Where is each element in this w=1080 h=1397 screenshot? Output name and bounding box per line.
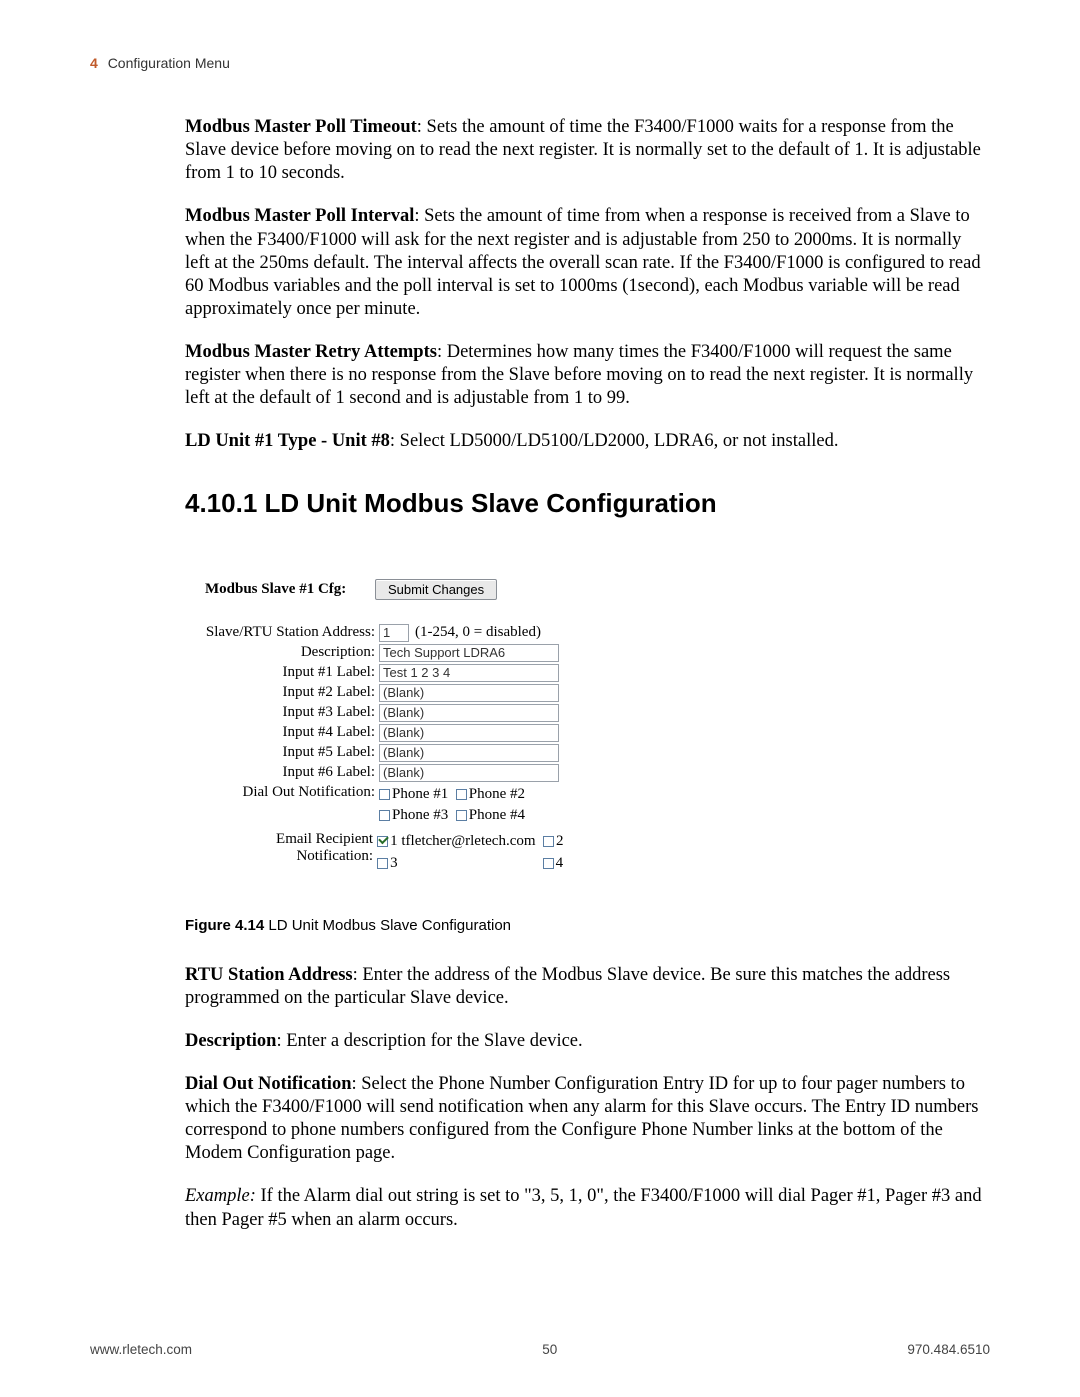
para-lead: Dial Out Notification [185, 1074, 352, 1094]
section-heading: 4.10.1 LD Unit Modbus Slave Configuratio… [185, 488, 985, 519]
footer-page-number: 50 [542, 1342, 557, 1357]
form-title: Modbus Slave #1 Cfg: [205, 581, 375, 598]
checkbox-phone4[interactable] [456, 810, 467, 821]
para-lead: Description [185, 1031, 276, 1051]
footer-left: www.rletech.com [90, 1342, 192, 1357]
page-footer: www.rletech.com 50 970.484.6510 [90, 1342, 990, 1357]
label-input2: Input #2 Label: [205, 684, 379, 701]
checkbox-phone2[interactable] [456, 789, 467, 800]
checkbox-email3-label: 3 [390, 855, 398, 871]
input1-label-input[interactable] [379, 664, 559, 682]
para-lead: LD Unit #1 Type - Unit #8 [185, 431, 390, 451]
checkbox-email3[interactable] [377, 858, 388, 869]
para-lead: Modbus Master Poll Interval [185, 206, 414, 226]
footer-right: 970.484.6510 [907, 1342, 990, 1357]
para-lead-italic: Example: [185, 1186, 256, 1206]
paragraph-rtu-address: RTU Station Address: Enter the address o… [185, 964, 985, 1010]
figure-caption: Figure 4.14 LD Unit Modbus Slave Configu… [185, 917, 985, 934]
checkbox-phone3[interactable] [379, 810, 390, 821]
label-input6: Input #6 Label: [205, 764, 379, 781]
paragraph-ldunit: LD Unit #1 Type - Unit #8: Select LD5000… [185, 430, 985, 453]
paragraph-dialout: Dial Out Notification: Select the Phone … [185, 1073, 985, 1166]
para-text: : Enter a description for the Slave devi… [276, 1031, 582, 1051]
label-station-address: Slave/RTU Station Address: [205, 624, 379, 641]
label-description: Description: [205, 644, 379, 661]
label-input1: Input #1 Label: [205, 664, 379, 681]
chapter-title: Configuration Menu [108, 55, 230, 71]
input6-label-input[interactable] [379, 764, 559, 782]
para-lead: Modbus Master Retry Attempts [185, 342, 437, 362]
input4-label-input[interactable] [379, 724, 559, 742]
email-group: 1 tfletcher@rletech.com 2 3 4 [377, 831, 565, 875]
figure-lead: Figure 4.14 [185, 917, 264, 934]
input5-label-input[interactable] [379, 744, 559, 762]
input2-label-input[interactable] [379, 684, 559, 702]
checkbox-email4[interactable] [543, 858, 554, 869]
label-dialout: Dial Out Notification: [205, 784, 379, 801]
input3-label-input[interactable] [379, 704, 559, 722]
para-lead: Modbus Master Poll Timeout [185, 117, 417, 137]
submit-changes-button[interactable]: Submit Changes [375, 579, 497, 600]
checkbox-phone4-label: Phone #4 [469, 807, 525, 823]
label-input5: Input #5 Label: [205, 744, 379, 761]
para-text: If the Alarm dial out string is set to "… [185, 1186, 982, 1229]
paragraph-timeout: Modbus Master Poll Timeout: Sets the amo… [185, 116, 985, 185]
station-address-input[interactable] [379, 624, 409, 642]
label-input3: Input #3 Label: [205, 704, 379, 721]
paragraph-example: Example: If the Alarm dial out string is… [185, 1185, 985, 1231]
para-text: : Select LD5000/LD5100/LD2000, LDRA6, or… [390, 431, 839, 451]
checkbox-email1[interactable] [377, 836, 388, 847]
modbus-slave-form: Modbus Slave #1 Cfg: Submit Changes Slav… [185, 559, 985, 891]
page-header: 4 Configuration Menu [90, 55, 990, 71]
station-address-hint: (1-254, 0 = disabled) [415, 624, 541, 641]
label-email: Email Recipient Notification: [205, 831, 377, 865]
para-lead: RTU Station Address [185, 965, 353, 985]
chapter-number: 4 [90, 55, 98, 71]
label-input4: Input #4 Label: [205, 724, 379, 741]
checkbox-phone3-label: Phone #3 [392, 807, 448, 823]
checkbox-phone2-label: Phone #2 [469, 786, 525, 802]
paragraph-retry: Modbus Master Retry Attempts: Determines… [185, 341, 985, 410]
checkbox-email2-label: 2 [556, 833, 564, 849]
description-input[interactable] [379, 644, 559, 662]
checkbox-email1-label: 1 tfletcher@rletech.com [390, 833, 535, 849]
paragraph-interval: Modbus Master Poll Interval: Sets the am… [185, 205, 985, 321]
checkbox-phone1-label: Phone #1 [392, 786, 448, 802]
dialout-group: Phone #1 Phone #2 Phone #3 Phone #4 [379, 784, 525, 828]
paragraph-description: Description: Enter a description for the… [185, 1030, 985, 1053]
checkbox-email2[interactable] [543, 836, 554, 847]
checkbox-phone1[interactable] [379, 789, 390, 800]
figure-text: LD Unit Modbus Slave Configuration [264, 917, 511, 934]
checkbox-email4-label: 4 [556, 855, 564, 871]
